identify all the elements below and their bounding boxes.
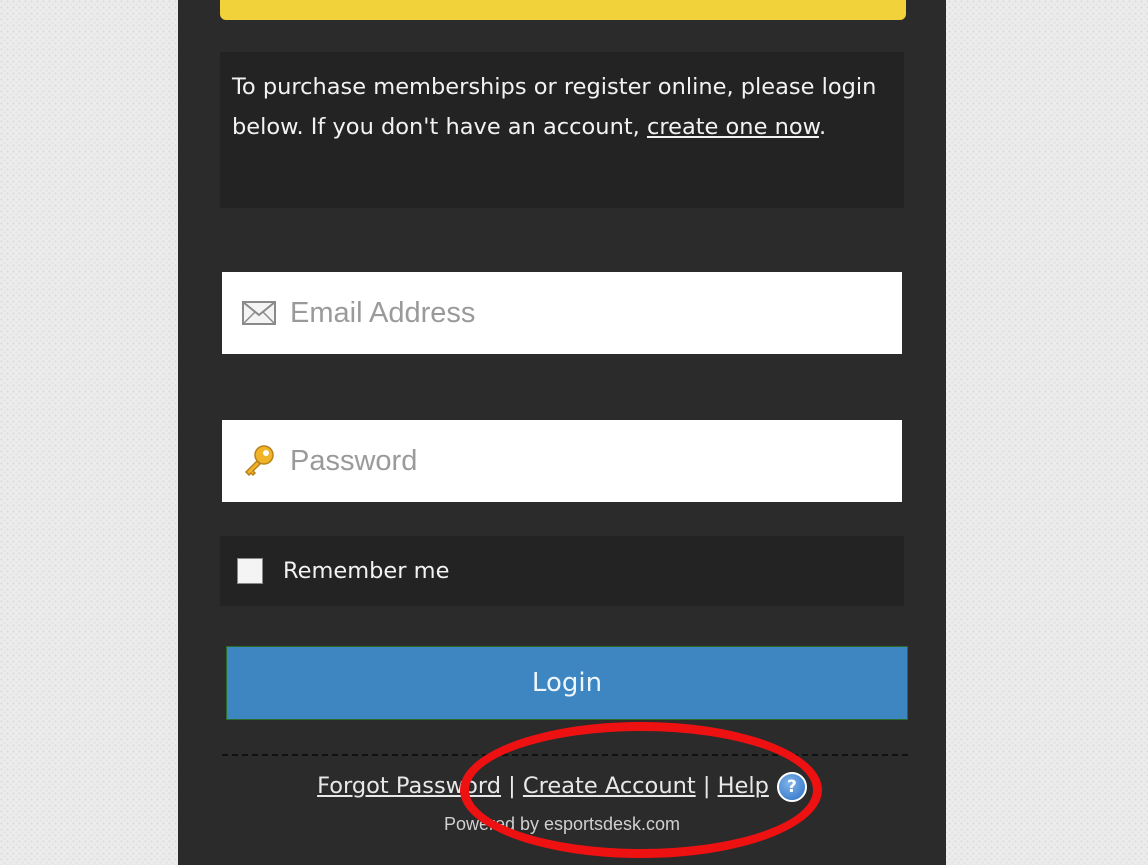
footer-links: Forgot Password | Create Account | Help? xyxy=(178,766,946,806)
login-notice: To purchase memberships or register onli… xyxy=(220,52,904,208)
remember-me-checkbox[interactable] xyxy=(237,558,263,584)
create-one-now-link[interactable]: create one now xyxy=(647,114,819,140)
password-input[interactable] xyxy=(288,443,852,479)
password-field[interactable] xyxy=(222,420,902,502)
link-separator: | xyxy=(508,773,516,799)
email-input[interactable] xyxy=(288,295,852,331)
help-link[interactable]: Help xyxy=(718,773,769,799)
link-separator: | xyxy=(702,773,711,799)
login-button[interactable]: Login xyxy=(226,646,908,720)
envelope-icon xyxy=(240,298,278,328)
header-banner xyxy=(220,0,906,20)
dashed-divider xyxy=(222,754,908,756)
key-icon xyxy=(240,445,278,477)
remember-me-label[interactable]: Remember me xyxy=(283,558,449,584)
powered-by-text[interactable]: Powered by esportsdesk.com xyxy=(178,814,946,835)
login-panel: To purchase memberships or register onli… xyxy=(178,0,946,865)
remember-me-row: Remember me xyxy=(220,536,904,606)
forgot-password-link[interactable]: Forgot Password xyxy=(317,773,501,799)
create-account-link[interactable]: Create Account xyxy=(523,773,696,799)
email-field[interactable] xyxy=(222,272,902,354)
help-question-icon[interactable]: ? xyxy=(776,771,807,802)
notice-period: . xyxy=(818,114,827,140)
